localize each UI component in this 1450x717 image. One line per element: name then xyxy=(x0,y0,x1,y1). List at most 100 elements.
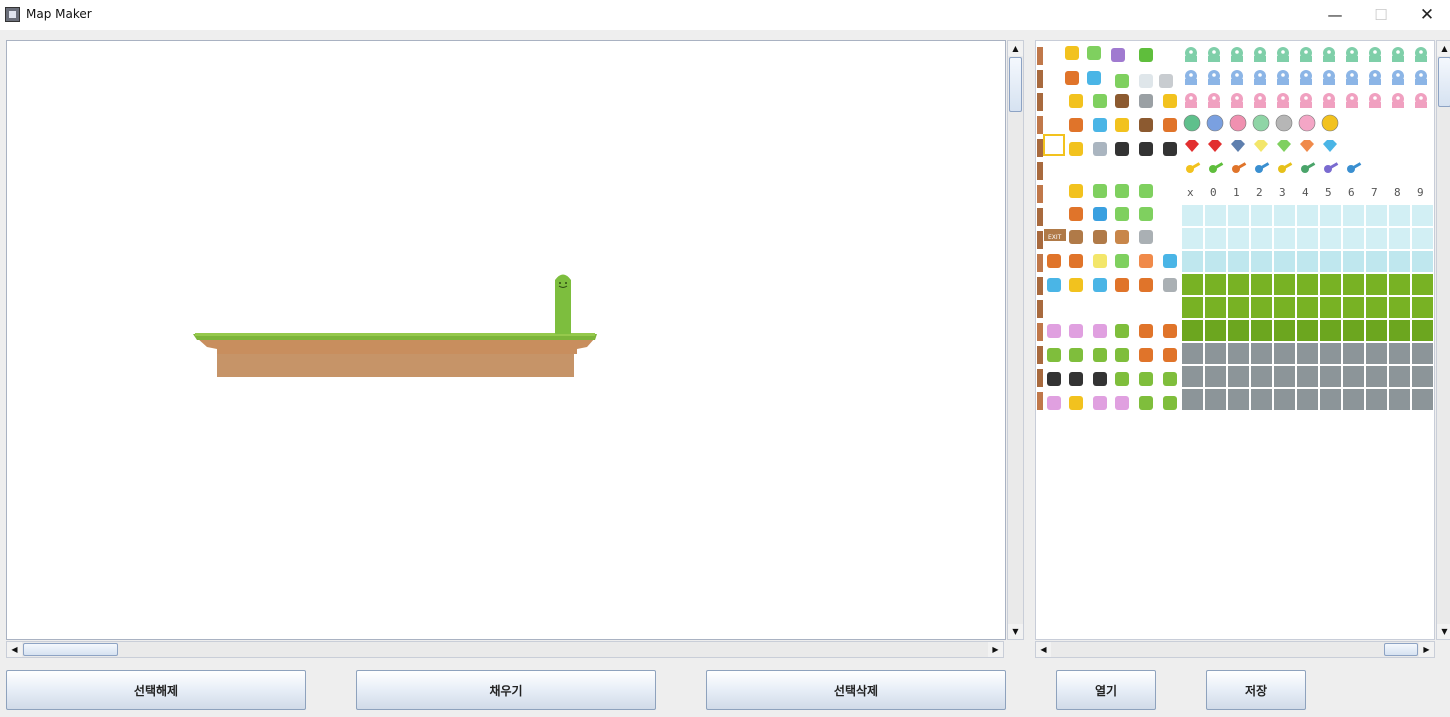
scroll-down-arrow[interactable]: ▼ xyxy=(1008,624,1023,639)
key-shaft xyxy=(1328,162,1339,170)
palette-sprite xyxy=(1163,94,1177,108)
monster-legs xyxy=(1369,56,1381,62)
monster-eye xyxy=(1396,50,1400,54)
canvas-hscroll-thumb[interactable] xyxy=(23,643,118,656)
monster-legs xyxy=(1277,79,1289,85)
stone-tile xyxy=(1205,389,1226,410)
delete-selection-button[interactable]: 선택삭제 xyxy=(706,670,1006,710)
monster-eye xyxy=(1235,50,1239,54)
palette-hscroll-thumb[interactable] xyxy=(1384,643,1418,656)
palette-sprite xyxy=(1047,324,1061,338)
monster-legs xyxy=(1254,102,1266,108)
key-shaft xyxy=(1213,162,1224,170)
palette-sprite xyxy=(1093,372,1107,386)
palette-sprite xyxy=(1115,372,1129,386)
tile-palette[interactable]: x 0 1 2 3 4 5 6 7 8 9 EXIT xyxy=(1035,40,1435,640)
palette-sprite xyxy=(1069,396,1083,410)
monster-legs xyxy=(1254,56,1266,62)
sky-tile xyxy=(1389,228,1410,249)
digit-tile: 0 xyxy=(1210,186,1217,199)
sky-tile xyxy=(1182,228,1203,249)
palette-horizontal-scrollbar[interactable]: ◀ ▶ xyxy=(1035,641,1435,658)
deselect-button[interactable]: 선택해제 xyxy=(6,670,306,710)
gem-sprite xyxy=(1208,140,1222,152)
palette-scroll-down-arrow[interactable]: ▼ xyxy=(1437,624,1450,639)
grass-tile xyxy=(1205,320,1226,341)
palette-sprite xyxy=(1163,324,1177,338)
palette-sprite xyxy=(1047,396,1061,410)
gem-sprite xyxy=(1254,140,1268,152)
sky-tile xyxy=(1297,228,1318,249)
sky-tile xyxy=(1343,228,1364,249)
open-button[interactable]: 열기 xyxy=(1056,670,1156,710)
wood-tile xyxy=(1037,70,1043,88)
canvas-horizontal-scrollbar[interactable]: ◀ ▶ xyxy=(6,641,1004,658)
palette-sprite xyxy=(1115,94,1129,108)
sky-tile xyxy=(1228,251,1249,272)
minimize-button[interactable]: — xyxy=(1312,0,1358,30)
scroll-up-arrow[interactable]: ▲ xyxy=(1008,41,1023,56)
grass-tile xyxy=(1205,274,1226,295)
slime-pillar xyxy=(555,274,571,334)
coin-face-sprite xyxy=(1229,114,1247,132)
sky-tile xyxy=(1205,205,1226,226)
palette-sprite xyxy=(1139,207,1153,221)
palette-sprite xyxy=(1065,46,1079,60)
grass-tile xyxy=(1274,274,1295,295)
monster-eye xyxy=(1235,73,1239,77)
palette-vertical-scrollbar[interactable]: ▲ ▼ xyxy=(1436,40,1450,640)
sky-tile xyxy=(1366,228,1387,249)
palette-scroll-left-arrow[interactable]: ◀ xyxy=(1036,642,1051,657)
grass-tile xyxy=(1274,320,1295,341)
canvas-vertical-scrollbar[interactable]: ▲ ▼ xyxy=(1007,40,1024,640)
wood-tile xyxy=(1037,93,1043,111)
sky-tile xyxy=(1412,251,1433,272)
monster-eye xyxy=(1212,96,1216,100)
fill-button[interactable]: 채우기 xyxy=(356,670,656,710)
sky-tile xyxy=(1320,205,1341,226)
sky-tile xyxy=(1297,251,1318,272)
palette-scroll-right-arrow[interactable]: ▶ xyxy=(1419,642,1434,657)
monster-eye xyxy=(1350,50,1354,54)
palette-sprite xyxy=(1047,348,1061,362)
coin-face-sprite xyxy=(1298,114,1316,132)
grass-tile xyxy=(1251,274,1272,295)
map-canvas[interactable] xyxy=(6,40,1006,640)
save-button[interactable]: 저장 xyxy=(1206,670,1306,710)
palette-vscroll-thumb[interactable] xyxy=(1438,57,1450,107)
grass-tile xyxy=(1389,274,1410,295)
digit-tile: 6 xyxy=(1348,186,1355,199)
scroll-right-arrow[interactable]: ▶ xyxy=(988,642,1003,657)
sky-tile xyxy=(1366,205,1387,226)
monster-legs xyxy=(1185,79,1197,85)
palette-sprite xyxy=(1087,46,1101,60)
sky-tile xyxy=(1343,251,1364,272)
canvas-vscroll-thumb[interactable] xyxy=(1009,57,1022,112)
monster-legs xyxy=(1208,56,1220,62)
scroll-left-arrow[interactable]: ◀ xyxy=(7,642,22,657)
sky-tile xyxy=(1389,251,1410,272)
monster-eye xyxy=(1419,96,1423,100)
stone-tile xyxy=(1366,389,1387,410)
palette-scroll-up-arrow[interactable]: ▲ xyxy=(1437,41,1450,56)
stone-tile xyxy=(1320,389,1341,410)
wood-tile xyxy=(1037,277,1043,295)
close-button[interactable]: ✕ xyxy=(1404,0,1450,30)
palette-sprite xyxy=(1115,230,1129,244)
grass-tile xyxy=(1251,320,1272,341)
wood-tile xyxy=(1037,231,1043,249)
maximize-button[interactable]: ☐ xyxy=(1358,0,1404,30)
monster-eye xyxy=(1189,73,1193,77)
palette-sprite xyxy=(1163,254,1177,268)
monster-legs xyxy=(1415,56,1427,62)
monster-eye xyxy=(1419,50,1423,54)
palette-sprite xyxy=(1069,207,1083,221)
monster-legs xyxy=(1277,56,1289,62)
palette-sprite xyxy=(1069,324,1083,338)
grass-tile xyxy=(1389,297,1410,318)
monster-eye xyxy=(1396,73,1400,77)
palette-sprite xyxy=(1069,142,1083,156)
palette-sprite xyxy=(1115,118,1129,132)
monster-legs xyxy=(1369,79,1381,85)
palette-sprite xyxy=(1139,348,1153,362)
